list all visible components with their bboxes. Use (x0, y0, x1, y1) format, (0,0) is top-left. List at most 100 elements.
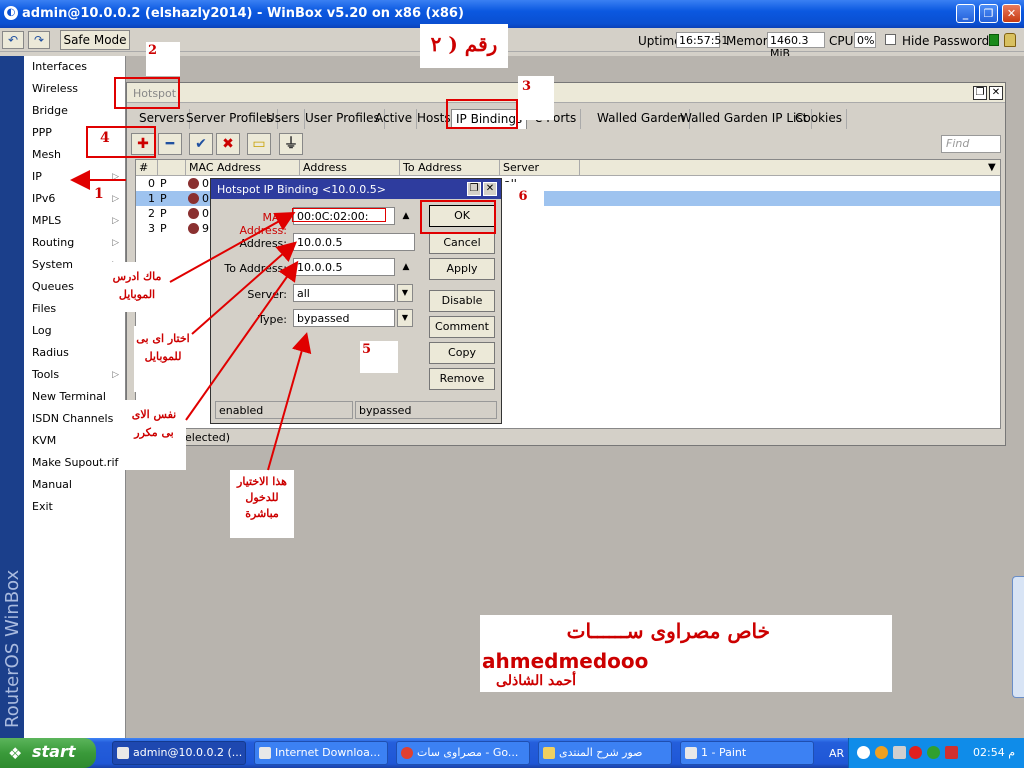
disable-button[interactable]: ✖ (216, 133, 240, 155)
menu-item-isdn-channels[interactable]: ISDN Channels (28, 408, 123, 430)
start-button[interactable]: ❖ start (0, 738, 96, 768)
disable-button[interactable]: Disable (429, 290, 495, 312)
tray-info-icon[interactable] (927, 746, 940, 759)
enable-button[interactable]: ✔ (189, 133, 213, 155)
taskbar-item-chrome[interactable]: مصراوى سات - Go... (396, 741, 530, 765)
annotation-number-4: 4 (100, 130, 110, 146)
row-number: 3 (148, 222, 155, 235)
address-input[interactable]: 10.0.0.5 (293, 233, 415, 251)
server-select[interactable]: all (293, 284, 395, 302)
maximize-button[interactable]: ❐ (979, 4, 998, 23)
cancel-button[interactable]: Cancel (429, 232, 495, 254)
hide-passwords-checkbox[interactable] (885, 34, 896, 45)
menu-item-exit[interactable]: Exit (28, 496, 123, 518)
menu-item-bridge[interactable]: Bridge (28, 100, 123, 122)
tab-active[interactable]: Active (371, 109, 418, 129)
dialog-title: Hotspot IP Binding <10.0.0.5> (217, 183, 386, 196)
menu-item-label: Tools (32, 368, 60, 381)
language-indicator[interactable]: AR (829, 747, 844, 760)
tab-cookies[interactable]: Cookies (791, 109, 847, 129)
tab-users[interactable]: Users (262, 109, 305, 129)
close-button[interactable]: ✕ (1002, 4, 1021, 23)
menu-item-label: Log (32, 324, 52, 337)
menu-item-wireless[interactable]: Wireless (28, 78, 123, 100)
memory-value: 1460.3 MiB (767, 32, 825, 60)
row-number: 1 (148, 192, 155, 205)
menu-item-label: KVM (32, 434, 57, 447)
menu-item-label: Files (32, 302, 57, 315)
mac-collapse-icon[interactable]: ▲ (399, 209, 413, 223)
row-number: 0 (148, 177, 155, 190)
tray-shield-icon[interactable] (875, 746, 888, 759)
folder-task-icon (543, 747, 555, 759)
taskbar: ❖ start admin@10.0.0.2 (... Internet Dow… (0, 738, 1024, 768)
annotation-ip-note: اختار اى بى للموبايل (134, 326, 192, 392)
menu-item-label: New Terminal (32, 390, 106, 403)
tray-back-icon[interactable] (857, 746, 870, 759)
menu-item-log[interactable]: Log (28, 320, 123, 342)
annotation-number-1: 1 (94, 186, 104, 202)
to-address-collapse-icon[interactable]: ▲ (399, 260, 413, 274)
main-menu-sidebar: RouterOS WinBox Interfaces Wireless Brid… (0, 56, 126, 738)
tray-app-icon[interactable] (909, 746, 922, 759)
column-header[interactable]: # (136, 160, 158, 176)
menu-item-label: IPv6 (32, 192, 56, 205)
menu-item-ip[interactable]: IP ▷ (28, 166, 123, 188)
column-header[interactable]: To Address (400, 160, 500, 176)
menu-item-kvm[interactable]: KVM (28, 430, 123, 452)
lock-icon (1004, 33, 1016, 47)
dialog-close-button[interactable]: ✕ (483, 182, 497, 196)
menu-item-ipv6[interactable]: IPv6 ▷ (28, 188, 123, 210)
taskbar-item-folder[interactable]: صور شرح المنتدى (538, 741, 672, 765)
task-label: admin@10.0.0.2 (... (133, 746, 243, 759)
tray-network-icon[interactable] (893, 746, 906, 759)
minimize-button[interactable]: _ (956, 4, 975, 23)
idm-task-icon (259, 747, 271, 759)
hotspot-close-button[interactable]: ✕ (989, 86, 1003, 100)
safe-mode-button[interactable]: Safe Mode (60, 30, 130, 50)
winbox-task-icon (117, 747, 129, 759)
column-header[interactable]: Server (500, 160, 580, 176)
taskbar-clock: 02:54 م (973, 746, 1016, 759)
menu-item-new-terminal[interactable]: New Terminal (28, 386, 123, 408)
remove-button[interactable]: ━ (158, 133, 182, 155)
server-dropdown-icon[interactable]: ▼ (397, 284, 413, 302)
column-header[interactable] (158, 160, 186, 176)
menu-item-label: Bridge (32, 104, 68, 117)
type-dropdown-icon[interactable]: ▼ (397, 309, 413, 327)
menu-item-tools[interactable]: Tools ▷ (28, 364, 123, 386)
menu-item-label: Exit (32, 500, 53, 513)
hotspot-maximize-button[interactable]: ❐ (973, 86, 987, 100)
menu-item-interfaces[interactable]: Interfaces (28, 56, 123, 78)
taskbar-item-paint[interactable]: 1 - Paint (680, 741, 814, 765)
remove-button[interactable]: Remove (429, 368, 495, 390)
comment-button[interactable]: Comment (429, 316, 495, 338)
type-select[interactable]: bypassed (293, 309, 395, 327)
submenu-arrow-icon: ▷ (112, 172, 119, 182)
column-menu-icon[interactable]: ▼ (988, 162, 996, 173)
undo-icon[interactable]: ↶ (2, 31, 24, 49)
taskbar-item-idm[interactable]: Internet Downloa... (254, 741, 388, 765)
menu-item-label: Routing (32, 236, 75, 249)
filter-button[interactable]: ⏚ (279, 133, 303, 155)
to-address-input[interactable]: 10.0.0.5 (293, 258, 395, 276)
copy-button[interactable]: Copy (429, 342, 495, 364)
winbox-app-icon: ◐ (4, 6, 18, 20)
tray-x-icon[interactable] (945, 746, 958, 759)
comment-button[interactable]: ▭ (247, 133, 271, 155)
find-input[interactable]: Find (941, 135, 1001, 153)
menu-item-mpls[interactable]: MPLS ▷ (28, 210, 123, 232)
menu-item-routing[interactable]: Routing ▷ (28, 232, 123, 254)
windows-logo-icon: ❖ (8, 744, 23, 763)
redo-icon[interactable]: ↷ (28, 31, 50, 49)
apply-button[interactable]: Apply (429, 258, 495, 280)
column-header[interactable]: MAC Address (186, 160, 300, 176)
menu-item-radius[interactable]: Radius (28, 342, 123, 364)
annotation-heading: رقم ( ٢ (420, 24, 508, 68)
column-header[interactable]: Address (300, 160, 400, 176)
row-mac: 9 (202, 222, 209, 235)
dialog-restore-button[interactable]: ❐ (467, 182, 481, 196)
menu-item-make-supout[interactable]: Make Supout.rif (28, 452, 123, 474)
menu-item-manual[interactable]: Manual (28, 474, 123, 496)
taskbar-item-winbox[interactable]: admin@10.0.0.2 (... (112, 741, 246, 765)
